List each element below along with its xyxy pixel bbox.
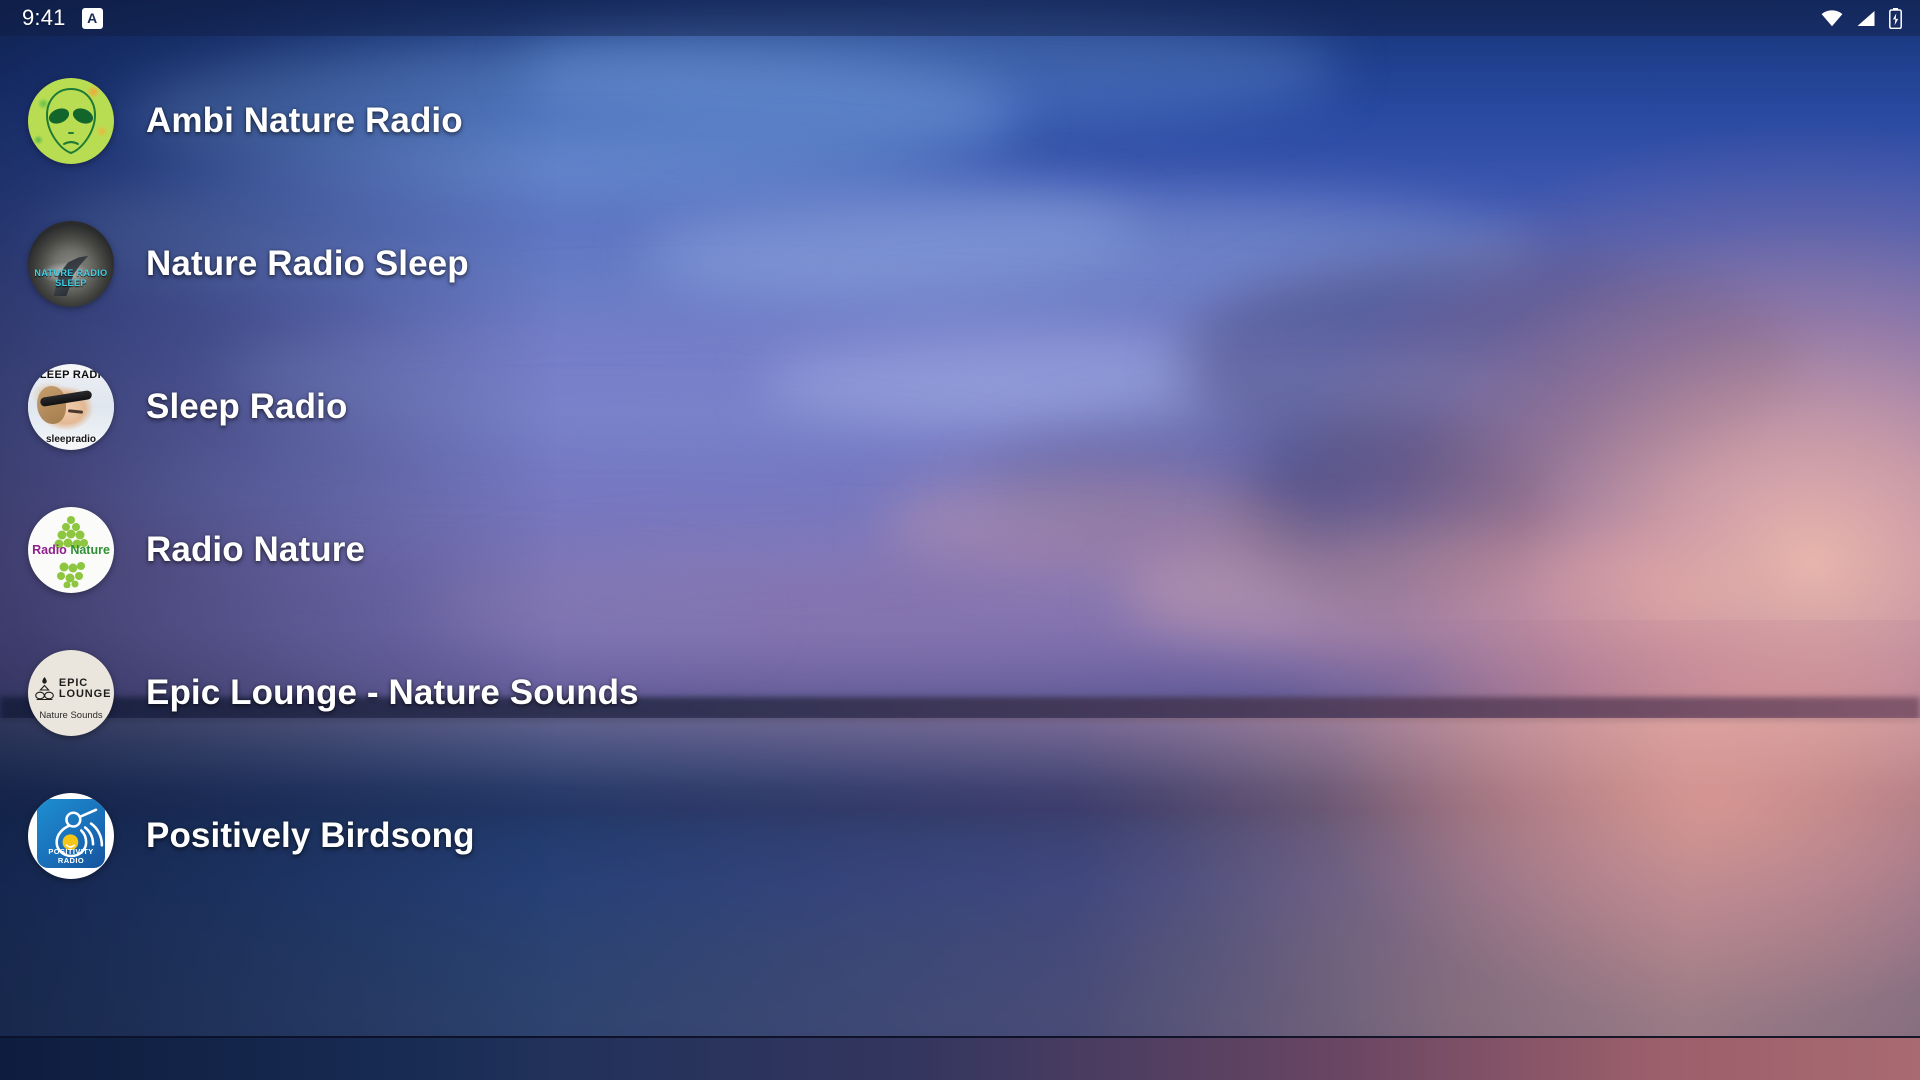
station-name: Positively Birdsong (146, 815, 475, 855)
wifi-icon (1821, 9, 1843, 27)
app-screen: 9:41 A Ambi Nature Radio NATURE RADIO SL… (0, 0, 1920, 1080)
battery-charging-icon (1889, 7, 1902, 29)
status-bar-right (1821, 7, 1902, 29)
green-tree-icon: Radio Nature (28, 506, 114, 593)
station-name: Radio Nature (146, 529, 366, 569)
status-bar-left: 9:41 A (22, 5, 103, 31)
list-item[interactable]: POSITIVITY RADIO Positively Birdsong (0, 748, 1100, 923)
station-name: Ambi Nature Radio (146, 100, 463, 140)
avatar-caption: NATURE RADIO SLEEP (34, 267, 108, 288)
alien-face-icon (28, 77, 114, 164)
wordmark-nature: Nature (70, 542, 110, 557)
sleeping-woman-icon: SLEEP RADIO sleepradio (28, 363, 114, 450)
avatar-wordmark: Radio Nature (28, 543, 114, 557)
avatar-subtitle: Nature Sounds (39, 709, 103, 721)
meditation-lotus-icon: EPIC LOUNGE Nature Sounds (28, 649, 114, 736)
epic-lounge-words: EPIC LOUNGE (58, 677, 112, 701)
notification-badge-icon: A (81, 7, 103, 29)
lotus-figure-glyph (35, 677, 54, 701)
station-name: Nature Radio Sleep (146, 243, 469, 283)
status-bar-clock: 9:41 (22, 5, 66, 30)
avatar-caption-bottom: sleepradio (45, 434, 97, 446)
word-lounge: LOUNGE (58, 688, 112, 701)
station-name: Sleep Radio (146, 386, 348, 426)
logo-tile: POSITIVITY RADIO (36, 799, 106, 869)
station-list[interactable]: Ambi Nature Radio NATURE RADIO SLEEP Nat… (0, 36, 1920, 1080)
cellular-signal-icon (1856, 10, 1876, 27)
avatar-caption-top: SLEEP RADIO (32, 368, 110, 381)
station-name: Epic Lounge - Nature Sounds (146, 672, 639, 712)
status-bar: 9:41 A (0, 0, 1920, 36)
epic-lounge-lockup: EPIC LOUNGE (35, 675, 111, 703)
wordmark-radio: Radio (32, 542, 67, 557)
alien-face-glyph (45, 87, 97, 154)
avatar-caption: POSITIVITY RADIO (48, 846, 94, 865)
kingfisher-photo-icon: NATURE RADIO SLEEP (28, 220, 114, 307)
bird-sun-icon: POSITIVITY RADIO (28, 792, 114, 879)
